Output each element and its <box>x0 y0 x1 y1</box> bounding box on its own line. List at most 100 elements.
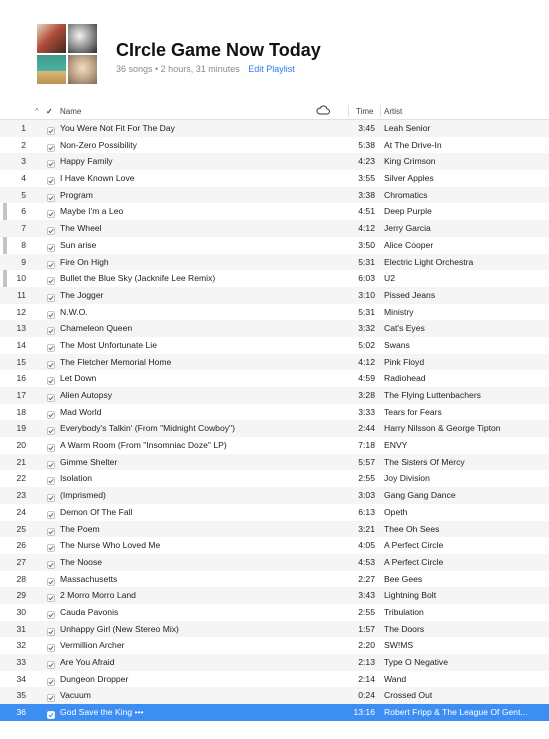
track-row[interactable]: 36 God Save the King ••• 13:16 Robert Fripp… <box>0 704 549 721</box>
track-checkbox-icon[interactable] <box>47 458 55 469</box>
track-checkbox-icon[interactable] <box>47 374 55 386</box>
track-checkbox-icon[interactable] <box>47 141 55 152</box>
track-artist: SW!MS <box>384 640 414 651</box>
playlist-artwork[interactable] <box>37 24 97 84</box>
track-row[interactable]: 24 Demon Of The Fall 6:13 Opeth <box>0 504 549 521</box>
track-checkbox-icon[interactable] <box>47 708 55 719</box>
track-artist: Electric Light Orchestra <box>384 256 474 267</box>
track-checkbox-icon[interactable] <box>47 324 55 336</box>
track-checkbox-icon[interactable] <box>47 608 55 619</box>
track-row[interactable]: 18 Mad World 3:33 Tears for Fears <box>0 404 549 421</box>
track-row[interactable]: 21 Gimme Shelter 5:57 The Sisters Of Mercy <box>0 453 549 471</box>
track-row[interactable]: 14 The Most Unfortunate Lie 5:02 Swans <box>0 337 549 354</box>
track-number: 3 <box>21 156 26 167</box>
column-header-check[interactable]: ✓ <box>46 107 53 116</box>
track-row[interactable]: 5 Program 3:38 Chromatics <box>0 186 549 204</box>
track-checkbox-icon[interactable] <box>47 658 55 669</box>
track-row[interactable]: 29 2 Morro Morro Land 3:43 Lightning Bolt <box>0 587 549 604</box>
track-checkbox-icon[interactable] <box>47 258 55 269</box>
track-row[interactable]: 4 I Have Known Love 3:55 Silver Apples <box>0 170 549 187</box>
track-name: Bullet the Blue Sky (Jacknife Lee Remix) <box>60 273 216 284</box>
column-header-name[interactable]: Name <box>60 107 81 116</box>
track-checkbox-icon[interactable] <box>47 441 55 452</box>
track-checkbox-icon[interactable] <box>47 391 55 402</box>
track-row[interactable]: 12 N.W.O. 5:31 Ministry <box>0 304 549 321</box>
track-checkbox-icon[interactable] <box>47 691 55 703</box>
track-checkbox-icon[interactable] <box>47 491 55 503</box>
track-checkbox-icon[interactable] <box>47 424 55 436</box>
track-row[interactable]: 23 (Imprismed) 3:03 Gang Gang Dance <box>0 487 549 504</box>
track-row[interactable]: 15 The Fletcher Memorial Home 4:12 Pink Flo… <box>0 353 549 371</box>
track-row[interactable]: 3 Happy Family 4:23 King Crimson <box>0 153 549 171</box>
track-checkbox-icon[interactable] <box>47 558 55 569</box>
track-artist: Wand <box>384 673 407 684</box>
track-row[interactable]: 6 Maybe I'm a Leo 4:51 Deep Purple <box>0 203 549 220</box>
track-row[interactable]: 27 The Noose 4:53 A Perfect Circle <box>0 553 549 571</box>
track-name: Let Down <box>60 373 97 384</box>
playlist-meta: 36 songs • 2 hours, 31 minutes Edit Play… <box>116 64 295 74</box>
column-divider[interactable] <box>348 105 349 117</box>
track-row[interactable]: 34 Dungeon Dropper 2:14 Wand <box>0 671 549 688</box>
track-checkbox-icon[interactable] <box>47 474 55 486</box>
track-row[interactable]: 30 Cauda Pavonis 2:55 Tribulation <box>0 604 549 621</box>
track-checkbox-icon[interactable] <box>47 575 55 586</box>
track-checkbox-icon[interactable] <box>47 525 55 536</box>
track-row[interactable]: 35 Vacuum 0:24 Crossed Out <box>0 687 549 705</box>
track-row[interactable]: 10 Bullet the Blue Sky (Jacknife Lee Remi… <box>0 270 549 287</box>
track-checkbox-icon[interactable] <box>47 591 55 603</box>
track-row[interactable]: 22 Isolation 2:55 Joy Division <box>0 470 549 487</box>
track-time: 3:32 <box>358 323 375 334</box>
track-name: Chameleon Queen <box>60 323 133 334</box>
track-time: 6:13 <box>358 506 375 517</box>
track-artist: Lightning Bolt <box>384 590 437 601</box>
track-row[interactable]: 31 Unhappy Girl (New Stereo Mix) 1:57 The D… <box>0 620 549 638</box>
track-checkbox-icon[interactable] <box>47 408 55 419</box>
column-header-artist[interactable]: Artist <box>384 107 402 116</box>
column-header-time[interactable]: Time <box>356 107 373 116</box>
track-row[interactable]: 11 The Jogger 3:10 Pissed Jeans <box>0 286 549 304</box>
track-checkbox-icon[interactable] <box>47 541 55 553</box>
track-number: 2 <box>21 139 26 150</box>
track-row[interactable]: 17 Alien Autopsy 3:28 The Flying Luttenbach… <box>0 387 549 404</box>
track-row[interactable]: 2 Non-Zero Possibility 5:38 At The Drive-In <box>0 137 549 154</box>
track-checkbox-icon[interactable] <box>47 191 55 202</box>
track-row[interactable]: 16 Let Down 4:59 Radiohead <box>0 370 549 387</box>
track-number: 7 <box>21 223 26 234</box>
track-row[interactable]: 13 Chameleon Queen 3:32 Cat's Eyes <box>0 320 549 337</box>
cloud-icon[interactable] <box>316 104 330 118</box>
track-checkbox-icon[interactable] <box>47 358 55 369</box>
track-row[interactable]: 19 Everybody's Talkin' (From "Midnight Co… <box>0 420 549 438</box>
track-row[interactable]: 20 A Warm Room (From "Insomniac Doze" LP)… <box>0 437 549 454</box>
track-row[interactable]: 7 The Wheel 4:12 Jerry Garcia <box>0 220 549 237</box>
track-row[interactable]: 1 You Were Not Fit For The Day 3:45 Leah Se… <box>0 120 549 137</box>
track-checkbox-icon[interactable] <box>47 124 55 135</box>
track-time: 13:16 <box>353 707 375 718</box>
track-checkbox-icon[interactable] <box>47 508 55 519</box>
track-checkbox-icon[interactable] <box>47 157 55 169</box>
track-row[interactable]: 33 Are You Afraid 2:13 Type O Negative <box>0 654 549 671</box>
track-checkbox-icon[interactable] <box>47 641 55 653</box>
track-checkbox-icon[interactable] <box>47 341 55 352</box>
track-row[interactable]: 8 Sun arise 3:50 Alice Cooper <box>0 237 549 254</box>
track-artist: Harry Nilsson & George Tipton <box>384 423 501 434</box>
sort-indicator-icon[interactable]: ^ <box>35 107 39 116</box>
track-checkbox-icon[interactable] <box>47 207 55 219</box>
track-checkbox-icon[interactable] <box>47 308 55 319</box>
track-number: 30 <box>16 606 26 617</box>
track-checkbox-icon[interactable] <box>47 174 55 185</box>
edit-playlist-link[interactable]: Edit Playlist <box>248 64 295 74</box>
track-number: 20 <box>16 440 26 451</box>
track-row[interactable]: 9 Fire On High 5:31 Electric Light Orchestr… <box>0 253 549 271</box>
track-row[interactable]: 32 Vermillion Archer 2:20 SW!MS <box>0 637 549 654</box>
track-row[interactable]: 25 The Poem 3:21 Thee Oh Sees <box>0 520 549 538</box>
track-checkbox-icon[interactable] <box>47 291 55 302</box>
track-row[interactable]: 26 The Nurse Who Loved Me 4:05 A Perfect Ci… <box>0 537 549 554</box>
track-checkbox-icon[interactable] <box>47 675 55 686</box>
track-checkbox-icon[interactable] <box>47 241 55 252</box>
track-checkbox-icon[interactable] <box>47 625 55 636</box>
track-checkbox-icon[interactable] <box>47 224 55 236</box>
column-divider[interactable] <box>380 105 381 117</box>
track-checkbox-icon[interactable] <box>47 274 55 286</box>
track-row[interactable]: 28 Massachusetts 2:27 Bee Gees <box>0 571 549 588</box>
track-time: 3:50 <box>358 239 375 250</box>
